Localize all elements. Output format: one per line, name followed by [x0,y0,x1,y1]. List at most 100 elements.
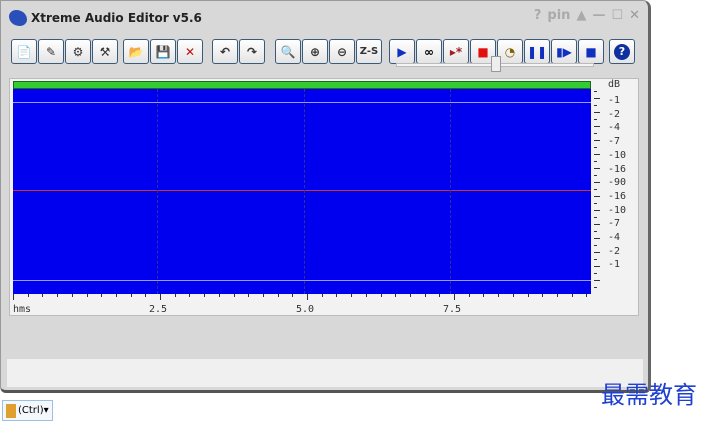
db-tick [594,126,600,127]
maximize-button[interactable]: ☐ [611,8,623,23]
position-slider[interactable] [396,56,594,72]
settings-button[interactable]: ⚙ [65,39,91,64]
pin-button[interactable]: pin [547,8,570,23]
db-scale: dB -1 -2 -4 -7 -10 -16 -90 -16 -10 -7 -4 -2 -1 [594,79,640,299]
time-tick [13,294,14,300]
open-folder-icon: 📂 [128,44,144,59]
time-tick [512,294,514,297]
delete-icon: ✕ [184,44,196,59]
time-tick [160,294,161,300]
help-button[interactable]: ? [609,39,635,64]
paste-options-button[interactable]: (Ctrl)▾ [2,400,53,421]
db-tick [594,168,600,169]
time-tick-label: 2.5 [149,304,168,315]
db-tick [594,224,600,225]
time-tick [380,294,382,297]
time-tick [483,294,485,297]
delete-button[interactable]: ✕ [177,39,203,64]
db-tick [594,252,600,253]
db-tick [594,196,600,197]
db-tick [594,133,597,134]
time-tick [586,294,588,297]
minimize-button[interactable]: — [592,8,605,23]
time-tick [424,294,426,297]
zoom-in-icon: ⊕ [309,44,321,59]
pause-button[interactable]: ❚❚ [524,39,550,64]
zoom-selection-button[interactable]: Z-S [356,39,382,64]
db-tick [594,112,600,113]
db-tick [594,105,597,106]
fast-forward-button[interactable]: ▮▶ [551,39,577,64]
loop-button[interactable]: ∞ [416,39,442,64]
new-button[interactable]: 📄 [11,39,37,64]
time-tick [204,294,206,297]
tools-button[interactable]: ⚒ [92,39,118,64]
time-tick [130,294,132,297]
record-stop-button[interactable]: ■ [578,39,604,64]
db-tick [594,91,597,92]
time-tick [365,294,367,297]
play-button[interactable]: ▶ [389,39,415,64]
redo-button[interactable]: ↷ [239,39,265,64]
zoom-in-button[interactable]: ⊕ [302,39,328,64]
db-tick-label: -7 [608,218,621,230]
time-tick [527,294,529,297]
db-tick [594,238,600,239]
time-tick [292,294,294,297]
time-tick [86,294,88,297]
time-tick [542,294,544,297]
db-tick [594,147,597,148]
upper-guide-line [13,102,591,103]
stop-icon: ■ [477,44,489,59]
db-tick [594,182,600,183]
time-tick [248,294,250,297]
app-window: Xtreme Audio Editor v5.6 ? pin ▲ — ☐ ✕ 📄… [0,0,651,393]
play-icon: ▶ [397,44,407,59]
undo-button[interactable]: ↶ [212,39,238,64]
undo-icon: ↶ [219,44,231,59]
rollup-button[interactable]: ▲ [576,8,586,23]
db-tick-label: -16 [608,163,627,175]
new-icon: 📄 [16,44,32,59]
time-tick [498,294,500,297]
db-tick [594,154,600,155]
record-stop-icon: ■ [585,44,597,59]
save-button[interactable]: 💾 [150,39,176,64]
play-from-button[interactable]: ▸* [443,39,469,64]
slider-thumb[interactable] [491,56,501,72]
time-tick [115,294,117,297]
properties-button[interactable]: ✎ [38,39,64,64]
db-tick-label: -7 [608,136,621,148]
waveform-panel: dB -1 -2 -4 -7 -10 -16 -90 -16 -10 -7 -4 -2 -1 hms 2… [9,78,639,316]
pause-icon: ❚❚ [526,44,548,59]
zoom-out-button[interactable]: ⊖ [329,39,355,64]
waveform-canvas[interactable] [13,89,591,294]
time-tick-label: 5.0 [296,304,315,315]
close-button[interactable]: ✕ [629,8,640,23]
time-tick [218,294,220,297]
time-tick [277,294,279,297]
zoom-out-icon: ⊖ [336,44,348,59]
loop-icon: ∞ [424,44,434,59]
window-title: Xtreme Audio Editor v5.6 [31,11,202,25]
time-tick [189,294,191,297]
db-tick [594,119,597,120]
save-icon: 💾 [155,44,171,59]
db-tick [594,259,597,260]
help-window-button[interactable]: ? [534,8,542,23]
time-tick [174,294,176,297]
time-tick [571,294,573,297]
open-folder-button[interactable]: 📂 [123,39,149,64]
zoom-button[interactable]: 🔍 [275,39,301,64]
redo-icon: ↷ [246,44,258,59]
time-ruler: hms 2.5 5.0 7.5 [13,294,591,316]
time-tick [409,294,411,297]
time-tick [233,294,235,297]
time-tick [468,294,470,297]
db-tick [594,203,597,204]
db-tick [594,175,597,176]
settings-icon: ⚙ [72,44,84,59]
play-from-icon: ▸* [449,44,463,59]
db-tick [594,231,597,232]
db-tick-label: -4 [608,232,621,243]
